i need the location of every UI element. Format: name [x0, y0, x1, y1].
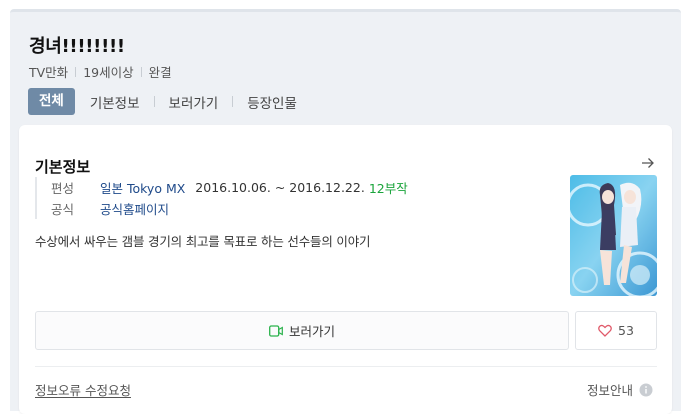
- tab-basic-info[interactable]: 기본정보: [90, 92, 140, 112]
- info-guide[interactable]: 정보안내: [587, 380, 653, 399]
- info-icon: [639, 383, 653, 396]
- broadcast-row: 편성 일본 Tokyo MX 2016.10.06. ~ 2016.12.22.…: [51, 177, 408, 198]
- like-button[interactable]: 53: [575, 311, 657, 350]
- tab-divider: [232, 96, 234, 107]
- info-guide-label: 정보안내: [587, 383, 634, 398]
- meta-info: TV만화 19세이상 완결: [29, 62, 172, 81]
- page-title: 경녀!!!!!!!!: [29, 36, 125, 57]
- tab-bar: 전체 기본정보 보러가기 등장인물: [28, 88, 297, 115]
- arrow-right-icon[interactable]: [640, 155, 656, 171]
- panel-frame: 경녀!!!!!!!! TV만화 19세이상 완결 전체 기본정보 보러가기 등장…: [10, 9, 681, 414]
- like-count: 53: [618, 323, 634, 338]
- broadcast-dates: 2016.10.06. ~ 2016.12.22.: [195, 180, 365, 195]
- card-divider: [35, 366, 657, 367]
- episode-count: 12부작: [368, 181, 408, 196]
- card-title[interactable]: 기본정보: [35, 156, 90, 177]
- basic-info-card: 기본정보 편성 일본 Tokyo MX 2016.10.06. ~ 2016.1…: [19, 125, 672, 414]
- info-table: 편성 일본 Tokyo MX 2016.10.06. ~ 2016.12.22.…: [35, 177, 408, 219]
- meta-status: 완결: [148, 65, 172, 80]
- meta-divider: [75, 66, 77, 77]
- play-icon: [269, 324, 283, 337]
- meta-rating: 19세이상: [83, 65, 134, 80]
- tab-all[interactable]: 전체: [28, 88, 75, 115]
- heart-icon: [598, 324, 612, 337]
- meta-genre: TV만화: [29, 65, 69, 80]
- watch-button[interactable]: 보러가기: [35, 311, 569, 350]
- official-row: 공식 공식홈페이지: [51, 198, 408, 219]
- watch-button-label: 보러가기: [288, 324, 335, 339]
- channel-link[interactable]: 일본 Tokyo MX: [100, 178, 185, 197]
- tab-characters[interactable]: 등장인물: [247, 92, 297, 112]
- official-label: 공식: [51, 202, 75, 217]
- report-error-link[interactable]: 정보오류 수정요청: [35, 380, 131, 399]
- official-homepage-link[interactable]: 공식홈페이지: [100, 199, 169, 218]
- tab-divider: [153, 96, 155, 107]
- synopsis: 수상에서 싸우는 갬블 경기의 최고를 목표로 하는 선수들의 이야기: [35, 234, 371, 249]
- broadcast-label: 편성: [51, 181, 75, 196]
- poster-image[interactable]: [570, 175, 657, 296]
- meta-divider: [140, 66, 142, 77]
- tab-watch[interactable]: 보러가기: [169, 92, 219, 112]
